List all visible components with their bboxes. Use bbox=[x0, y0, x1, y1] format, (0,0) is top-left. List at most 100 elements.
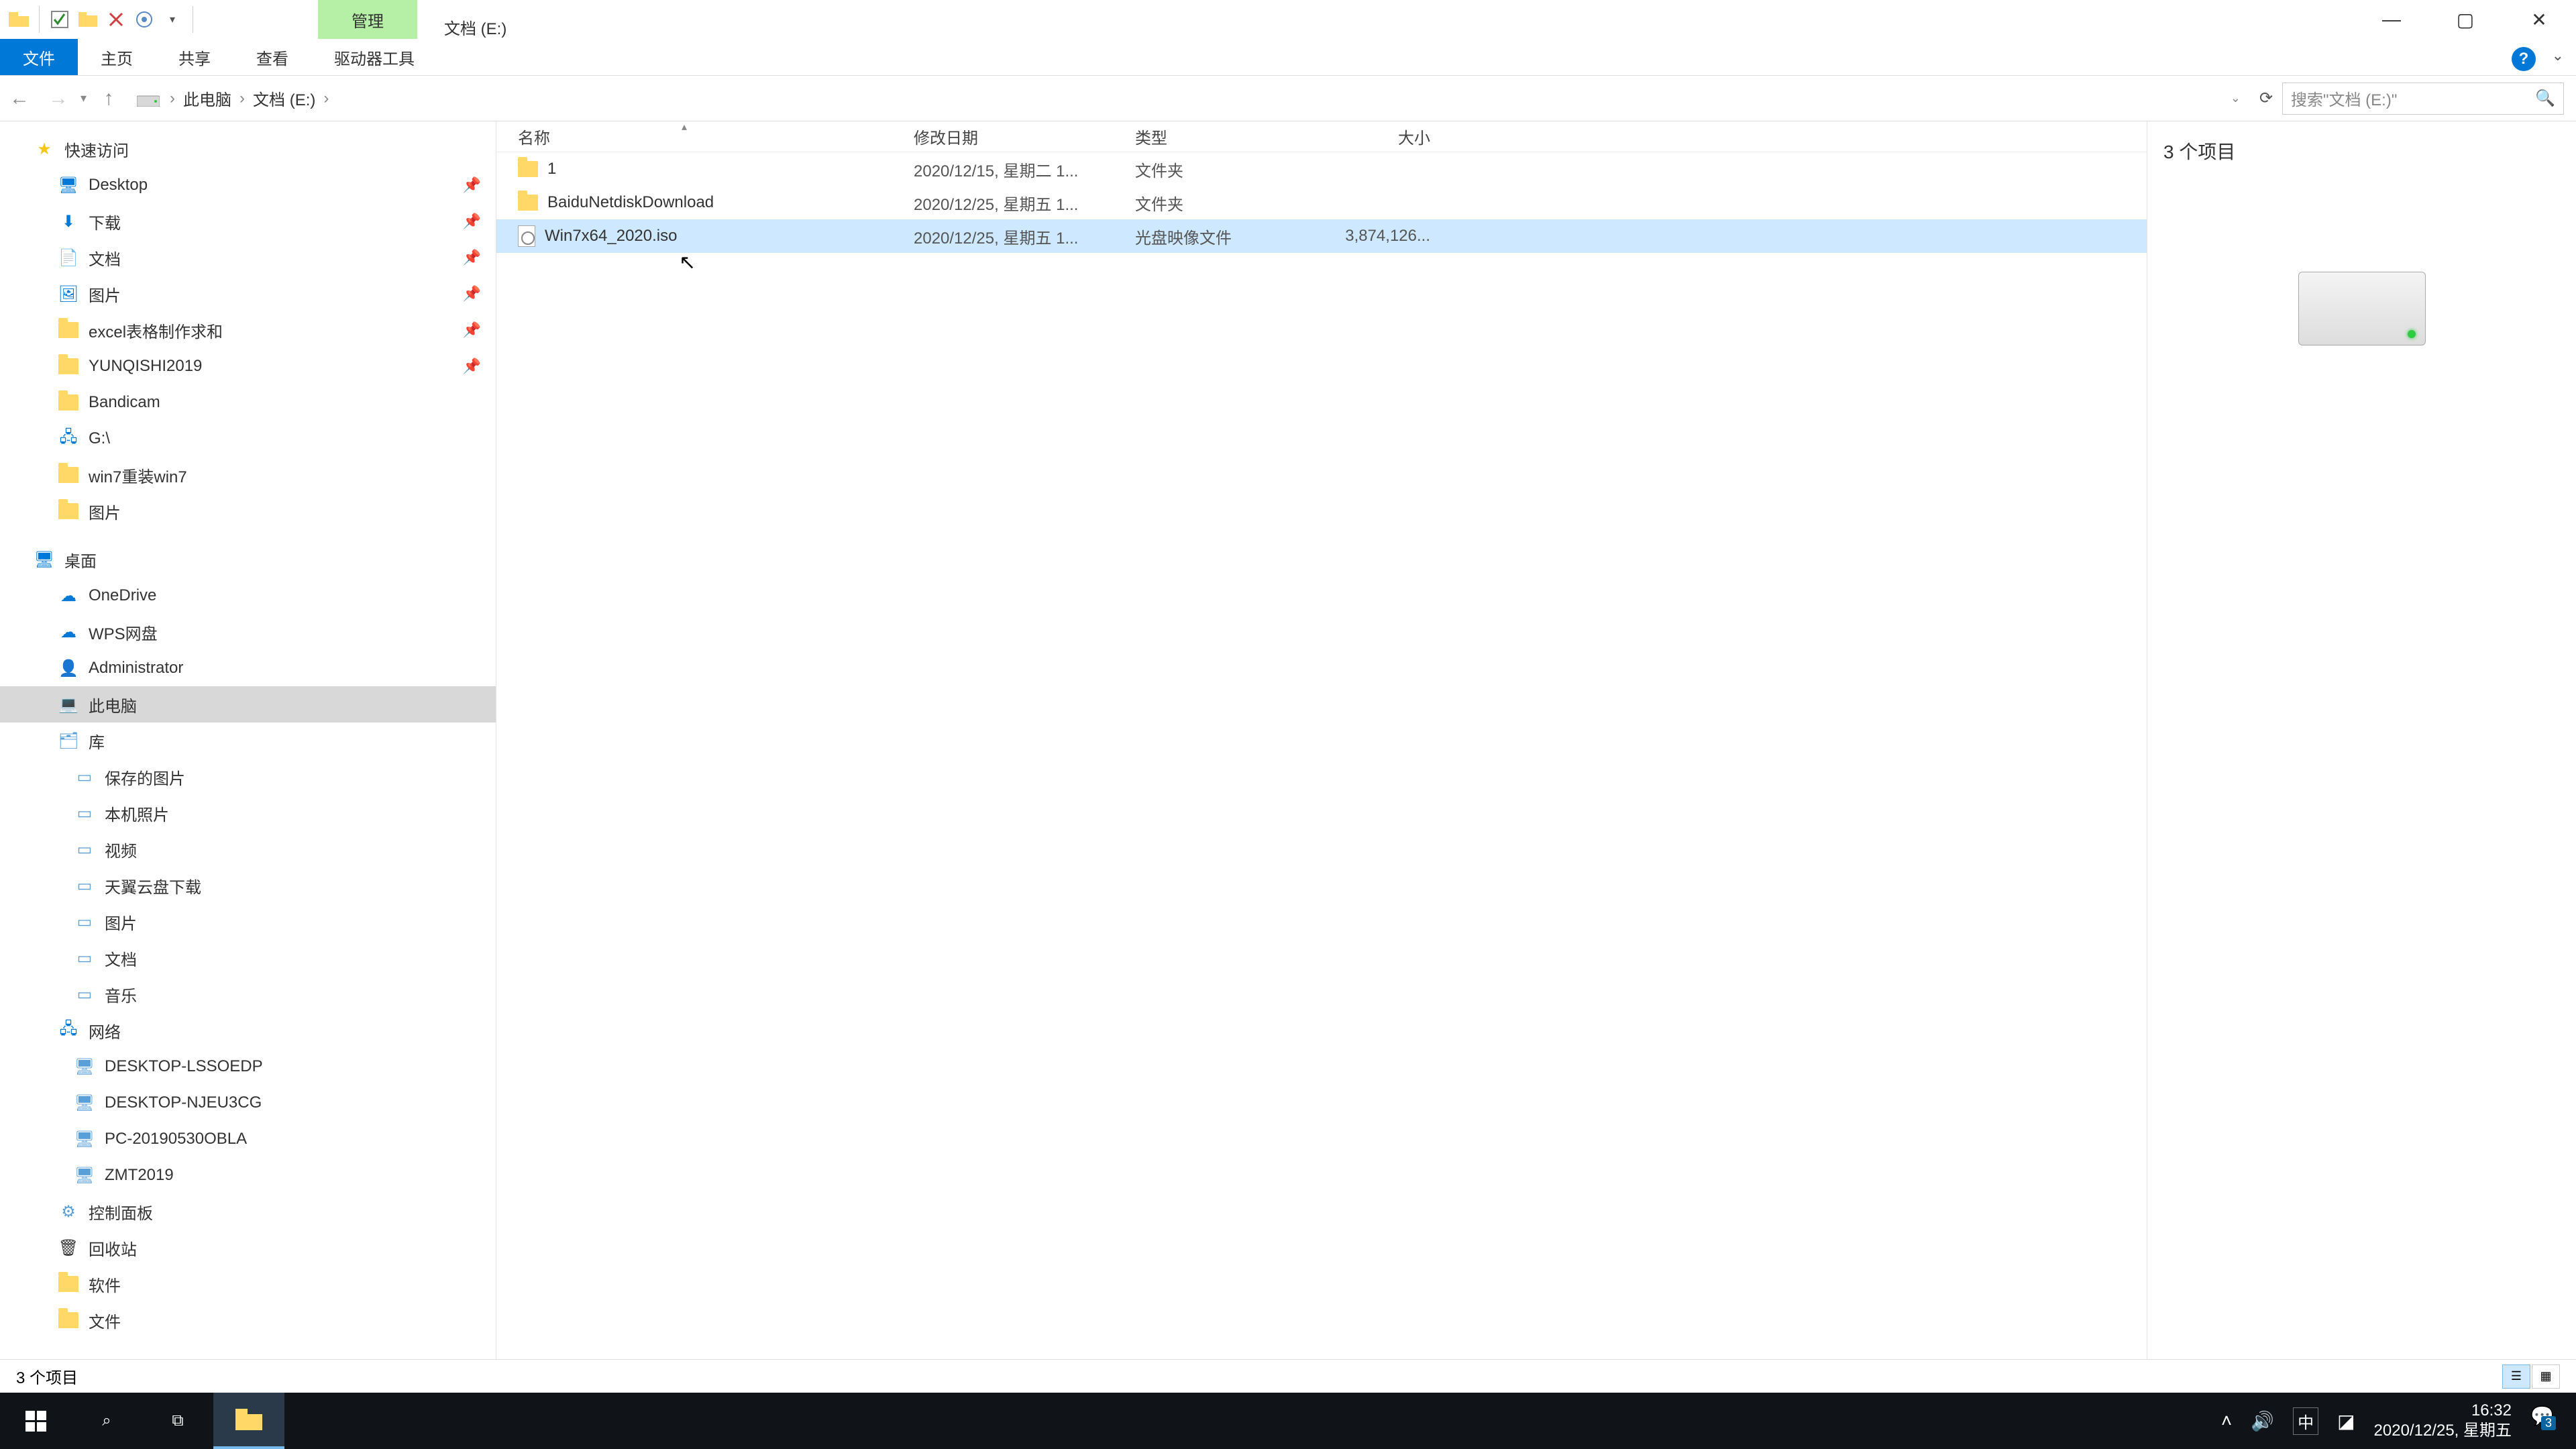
qat-dropdown-icon[interactable]: ▾ bbox=[160, 7, 184, 32]
close-button[interactable]: ✕ bbox=[2502, 0, 2576, 39]
task-view-button[interactable]: ⧉ bbox=[142, 1393, 213, 1449]
forward-button[interactable]: → bbox=[39, 79, 78, 118]
view-details-button[interactable]: ☰ bbox=[2502, 1364, 2530, 1389]
up-button[interactable]: ↑ bbox=[89, 79, 128, 118]
taskbar-explorer[interactable] bbox=[213, 1393, 284, 1449]
pin-icon: 📌 bbox=[463, 358, 481, 375]
tree-quick-item[interactable]: 图片 bbox=[0, 493, 496, 529]
tab-file[interactable]: 文件 bbox=[0, 39, 78, 75]
view-thumbnails-button[interactable]: ▦ bbox=[2532, 1364, 2560, 1389]
tree-control-panel[interactable]: ⚙ 控制面板 bbox=[0, 1193, 496, 1230]
tree-library-item[interactable]: ▭图片 bbox=[0, 904, 496, 940]
taskbar[interactable]: ⌕ ⧉ ˄ 🔊 中 ◪ 16:32 2020/12/25, 星期五 💬 3 bbox=[0, 1393, 2576, 1449]
help-icon[interactable]: ? bbox=[2512, 47, 2536, 71]
back-button[interactable]: ← bbox=[0, 79, 39, 118]
tree-network-pc[interactable]: 🖥DESKTOP-NJEU3CG bbox=[0, 1085, 496, 1121]
tree-network-pc[interactable]: 🖥PC-20190530OBLA bbox=[0, 1121, 496, 1157]
windows-icon bbox=[25, 1411, 46, 1432]
file-row[interactable]: 12020/12/15, 星期二 1...文件夹 bbox=[496, 152, 2147, 186]
notification-badge: 3 bbox=[2541, 1416, 2556, 1430]
tree-desktop-root[interactable]: 🖥 桌面 bbox=[0, 541, 496, 578]
tree-quick-item[interactable]: win7重装win7 bbox=[0, 457, 496, 493]
column-headers[interactable]: ▴ 名称 修改日期 类型 大小 bbox=[496, 121, 2147, 152]
chevron-right-icon[interactable]: › bbox=[235, 89, 249, 108]
tree-quick-item[interactable]: 🖧G:\ bbox=[0, 421, 496, 457]
tree-library-item[interactable]: ▭保存的图片 bbox=[0, 759, 496, 795]
volume-icon[interactable]: 🔊 bbox=[2251, 1410, 2274, 1432]
file-row[interactable]: Win7x64_2020.iso2020/12/25, 星期五 1...光盘映像… bbox=[496, 219, 2147, 253]
search-icon[interactable]: 🔍 bbox=[2535, 89, 2555, 108]
start-button[interactable] bbox=[0, 1393, 71, 1449]
tree-onedrive[interactable]: ☁ OneDrive bbox=[0, 578, 496, 614]
tab-view[interactable]: 查看 bbox=[233, 39, 311, 75]
ribbon-expand-icon[interactable]: ⌄ bbox=[2552, 47, 2564, 64]
taskbar-clock[interactable]: 16:32 2020/12/25, 星期五 bbox=[2374, 1401, 2512, 1441]
tree-library-item[interactable]: ▭天翼云盘下载 bbox=[0, 867, 496, 904]
folder-icon: 🖧 bbox=[58, 428, 79, 449]
tree-network-pc[interactable]: 🖥DESKTOP-LSSOEDP bbox=[0, 1049, 496, 1085]
tab-share[interactable]: 共享 bbox=[156, 39, 233, 75]
pin-icon: 📌 bbox=[463, 321, 481, 339]
tree-library-item[interactable]: ▭音乐 bbox=[0, 976, 496, 1012]
security-icon[interactable]: ◪ bbox=[2337, 1410, 2355, 1432]
network-icon: 🖧 bbox=[58, 1020, 79, 1041]
column-size[interactable]: 大小 bbox=[1316, 125, 1430, 148]
crumb-this-pc[interactable]: 此电脑 bbox=[179, 87, 235, 110]
tree-this-pc[interactable]: 💻 此电脑 bbox=[0, 686, 496, 722]
tree-software[interactable]: 软件 bbox=[0, 1266, 496, 1302]
tree-quick-item[interactable]: 📄文档📌 bbox=[0, 239, 496, 276]
recent-locations-icon[interactable]: ▾ bbox=[78, 91, 89, 105]
system-tray[interactable]: ˄ 🔊 中 ◪ 16:32 2020/12/25, 星期五 💬 3 bbox=[2221, 1393, 2576, 1449]
column-type[interactable]: 类型 bbox=[1135, 125, 1316, 148]
minimize-button[interactable]: — bbox=[2355, 0, 2428, 39]
tree-recycle-bin[interactable]: 🗑 回收站 bbox=[0, 1230, 496, 1266]
app-icon[interactable] bbox=[7, 7, 31, 32]
tree-quick-item[interactable]: excel表格制作求和📌 bbox=[0, 312, 496, 348]
tree-administrator[interactable]: 👤 Administrator bbox=[0, 650, 496, 686]
file-row[interactable]: BaiduNetdiskDownload2020/12/25, 星期五 1...… bbox=[496, 186, 2147, 219]
tab-drive-tools[interactable]: 驱动器工具 bbox=[311, 39, 437, 75]
column-date[interactable]: 修改日期 bbox=[914, 125, 1135, 148]
tree-libraries[interactable]: 🗂 库 bbox=[0, 722, 496, 759]
tree-files[interactable]: 文件 bbox=[0, 1302, 496, 1338]
tree-library-item[interactable]: ▭视频 bbox=[0, 831, 496, 867]
ime-indicator[interactable]: 中 bbox=[2293, 1407, 2318, 1435]
preview-pane: 3 个项目 bbox=[2147, 121, 2576, 1359]
tree-quick-item[interactable]: ⬇下载📌 bbox=[0, 203, 496, 239]
tree-library-item[interactable]: ▭本机照片 bbox=[0, 795, 496, 831]
tree-quick-item[interactable]: 🖥Desktop📌 bbox=[0, 167, 496, 203]
chevron-right-icon[interactable]: › bbox=[319, 89, 333, 108]
tree-wps[interactable]: ☁ WPS网盘 bbox=[0, 614, 496, 650]
folder-icon bbox=[58, 500, 79, 522]
action-center-button[interactable]: 💬 3 bbox=[2530, 1405, 2563, 1437]
crumb-drive[interactable]: 文档 (E:) bbox=[249, 87, 319, 110]
qat-folder-icon[interactable] bbox=[76, 7, 100, 32]
sort-ascending-icon: ▴ bbox=[682, 121, 687, 133]
column-name[interactable]: 名称 bbox=[518, 125, 914, 148]
maximize-button[interactable]: ▢ bbox=[2428, 0, 2502, 39]
chevron-right-icon[interactable]: › bbox=[166, 89, 179, 108]
search-input[interactable]: 搜索"文档 (E:)" 🔍 bbox=[2282, 83, 2564, 115]
tree-network-pc[interactable]: 🖥ZMT2019 bbox=[0, 1157, 496, 1193]
address-dropdown-icon[interactable]: ⌄ bbox=[2228, 91, 2243, 105]
qat-delete-icon[interactable] bbox=[104, 7, 128, 32]
tray-overflow-icon[interactable]: ˄ bbox=[2221, 1410, 2232, 1432]
ribbon-context-tab[interactable]: 管理 bbox=[318, 0, 417, 39]
tree-library-item[interactable]: ▭文档 bbox=[0, 940, 496, 976]
tree-quick-item[interactable]: Bandicam bbox=[0, 384, 496, 421]
search-button[interactable]: ⌕ bbox=[71, 1393, 142, 1449]
qat-checkbox-icon[interactable] bbox=[48, 7, 72, 32]
breadcrumb[interactable]: › 此电脑 › 文档 (E:) › ⌄ bbox=[135, 83, 2243, 115]
refresh-button[interactable]: ⟳ bbox=[2250, 89, 2282, 108]
qat-properties-icon[interactable] bbox=[132, 7, 156, 32]
explorer-window: ▾ 管理 文档 (E:) — ▢ ✕ 文件 主页 共享 查看 驱动器工具 ? ⌄… bbox=[0, 0, 2576, 1393]
folder-icon: 🖼 bbox=[58, 283, 79, 305]
tree-quick-item[interactable]: YUNQISHI2019📌 bbox=[0, 348, 496, 384]
tree-quick-access[interactable]: ★ 快速访问 bbox=[0, 131, 496, 167]
file-list[interactable]: ▴ 名称 修改日期 类型 大小 12020/12/15, 星期二 1...文件夹… bbox=[496, 121, 2147, 1359]
control-panel-icon: ⚙ bbox=[58, 1201, 79, 1222]
tab-home[interactable]: 主页 bbox=[78, 39, 156, 75]
tree-quick-item[interactable]: 🖼图片📌 bbox=[0, 276, 496, 312]
tree-network[interactable]: 🖧 网络 bbox=[0, 1012, 496, 1049]
navigation-pane[interactable]: ★ 快速访问 🖥Desktop📌⬇下载📌📄文档📌🖼图片📌excel表格制作求和📌… bbox=[0, 121, 496, 1359]
